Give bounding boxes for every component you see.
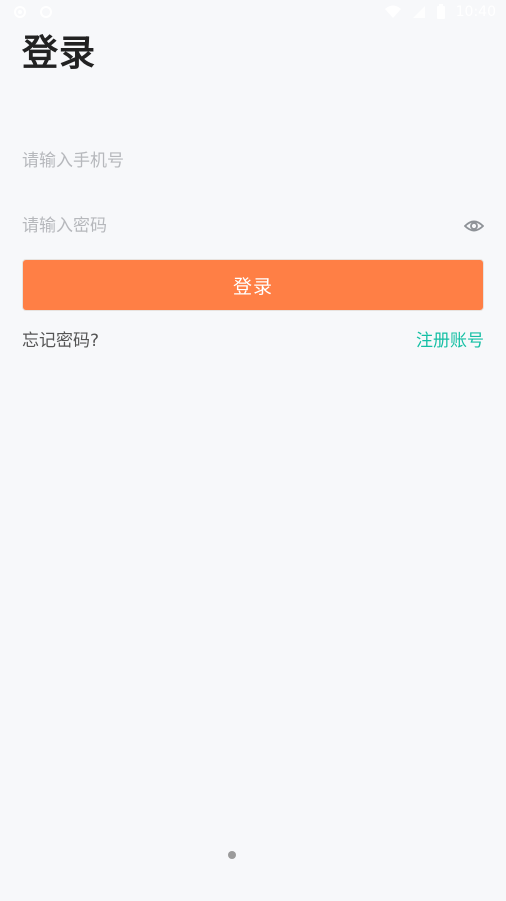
wifi-icon <box>384 5 402 19</box>
phone-input[interactable] <box>22 141 484 181</box>
status-time: 10:40 <box>455 4 496 20</box>
status-bar: 10:40 <box>0 0 506 26</box>
password-field <box>22 206 485 246</box>
eye-icon[interactable] <box>463 216 485 236</box>
battery-icon <box>436 4 446 20</box>
password-input[interactable] <box>22 206 484 246</box>
status-right-icons: 10:40 <box>384 4 496 20</box>
forgot-password-link[interactable]: 忘记密码? <box>22 326 99 351</box>
page-indicator-dot <box>228 851 236 859</box>
signal-icon <box>412 5 426 19</box>
settings-gear-icon <box>12 4 28 20</box>
register-account-link[interactable]: 注册账号 <box>416 326 484 351</box>
sync-icon <box>38 4 54 20</box>
status-left-icons <box>12 4 54 20</box>
login-button[interactable]: 登录 <box>22 259 484 311</box>
page-title: 登录 <box>22 33 97 74</box>
phone-field <box>22 141 484 181</box>
